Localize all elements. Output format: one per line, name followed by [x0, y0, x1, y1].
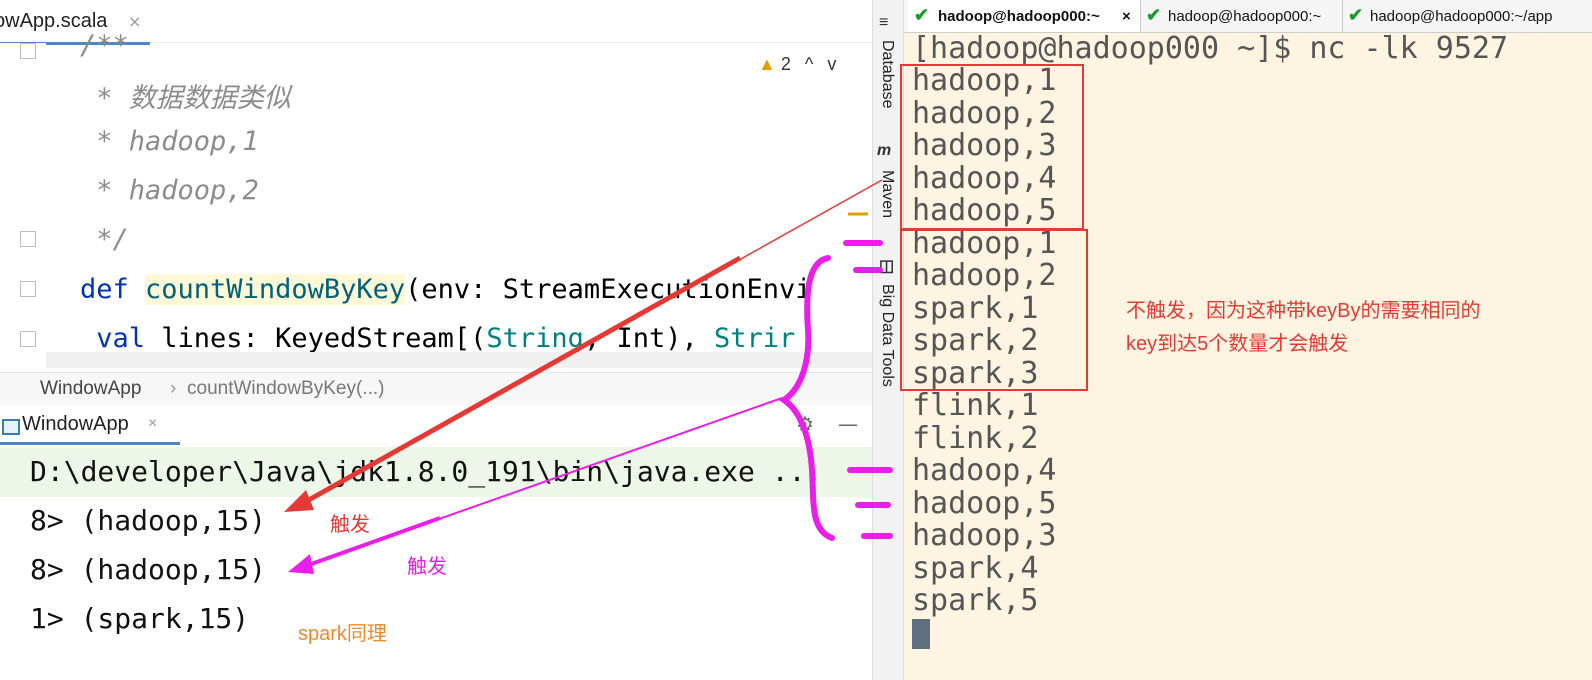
red-arrow-thick [296, 255, 742, 509]
red-arrow-head [284, 490, 314, 512]
magenta-arrow-thick [299, 516, 441, 570]
magenta-arrow-head [288, 554, 314, 574]
annotation-overlay [284, 179, 893, 574]
magenta-brace [778, 255, 835, 541]
